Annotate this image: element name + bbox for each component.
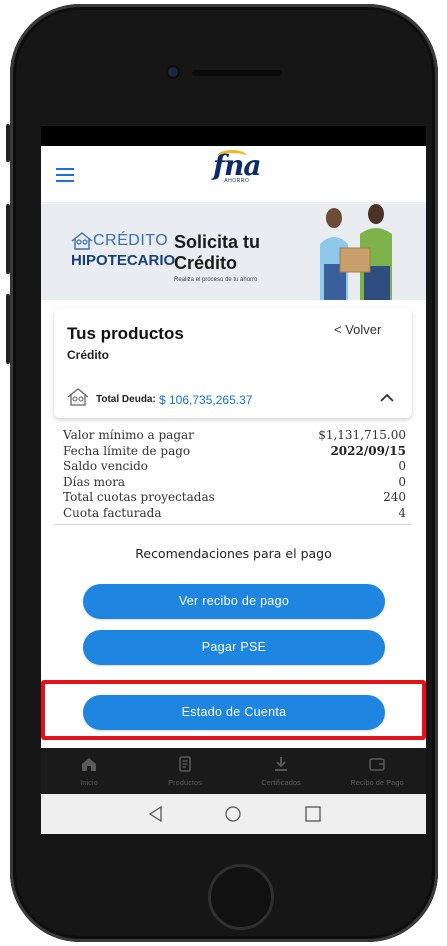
logo-arc-icon bbox=[217, 150, 247, 163]
banner-title-line2: Crédito bbox=[174, 253, 237, 273]
front-camera bbox=[168, 67, 178, 77]
divider bbox=[54, 524, 412, 525]
pay-pse-button[interactable]: Pagar PSE bbox=[83, 630, 385, 665]
total-debt-value: $ 106,735,265.37 bbox=[159, 393, 253, 407]
recents-square-icon[interactable] bbox=[303, 804, 323, 824]
detail-label: Valor mínimo a pagar bbox=[63, 428, 194, 442]
banner-subtitle: Realiza el proceso de tu ahorro bbox=[174, 277, 258, 283]
account-statement-button[interactable]: Estado de Cuenta bbox=[83, 695, 385, 730]
product-type-label: Crédito bbox=[67, 348, 109, 362]
nav-item-certificados[interactable]: Certificados bbox=[233, 748, 329, 794]
detail-row: Saldo vencido 0 bbox=[63, 459, 406, 475]
detail-row: Fecha límite de pago 2022/09/15 bbox=[63, 444, 406, 460]
credit-banner[interactable]: CRÉDITO HIPOTECARIO Solicita tu Crédito … bbox=[41, 204, 426, 300]
android-navigation-bar bbox=[41, 794, 426, 834]
house-icon bbox=[67, 388, 89, 406]
volume-down-button bbox=[6, 294, 10, 364]
status-bar bbox=[41, 126, 426, 146]
house-outline-icon bbox=[71, 232, 93, 250]
hamburger-menu-icon[interactable] bbox=[56, 168, 74, 182]
document-icon bbox=[179, 756, 191, 772]
detail-value: 4 bbox=[398, 505, 406, 520]
banner-brand-big: HIPOTECARIO bbox=[71, 252, 176, 269]
total-debt-row[interactable]: Total Deuda: $ 106,735,265.37 bbox=[54, 376, 412, 418]
products-title: Tus productos bbox=[67, 324, 184, 343]
detail-value: 0 bbox=[398, 474, 406, 489]
payment-details: Valor mínimo a pagar $1,131,715.00 Fecha … bbox=[63, 428, 406, 521]
back-link[interactable]: < Volver bbox=[334, 322, 381, 337]
app-header: fna AHORRO bbox=[41, 146, 426, 202]
mute-switch bbox=[6, 124, 10, 162]
home-circle-icon[interactable] bbox=[223, 804, 243, 824]
products-card: Tus productos Crédito < Volver Total Deu… bbox=[54, 308, 412, 418]
nav-label: Recibo de Pago bbox=[350, 778, 404, 787]
nav-label: Productos bbox=[168, 778, 202, 787]
couple-photo bbox=[320, 204, 392, 300]
detail-row: Total cuotas proyectadas 240 bbox=[63, 490, 406, 506]
nav-item-recibo-de-pago[interactable]: Recibo de Pago bbox=[329, 748, 425, 794]
nav-item-productos[interactable]: Productos bbox=[137, 748, 233, 794]
detail-row: Cuota facturada 4 bbox=[63, 506, 406, 522]
detail-row: Días mora 0 bbox=[63, 475, 406, 491]
detail-label: Días mora bbox=[63, 474, 126, 489]
detail-value: 0 bbox=[398, 459, 406, 473]
app-screen: fna AHORRO CRÉDITO HIPOTECARIO Solicita … bbox=[41, 146, 426, 834]
detail-label: Total cuotas proyectadas bbox=[63, 490, 215, 504]
nav-label: Inicio bbox=[80, 778, 98, 787]
recommendations-heading: Recomendaciones para el pago bbox=[135, 546, 332, 561]
fna-logo: fna AHORRO bbox=[213, 150, 262, 185]
detail-value: 240 bbox=[383, 490, 406, 504]
banner-brand-small: CRÉDITO bbox=[93, 232, 169, 249]
home-icon bbox=[82, 758, 96, 771]
view-receipt-button[interactable]: Ver recibo de pago bbox=[83, 584, 385, 619]
volume-up-button bbox=[6, 204, 10, 274]
earpiece-speaker bbox=[192, 70, 282, 76]
total-debt-label: Total Deuda: bbox=[96, 394, 156, 405]
nav-item-inicio[interactable]: Inicio bbox=[41, 748, 137, 794]
back-triangle-icon[interactable] bbox=[146, 804, 166, 824]
detail-value: $1,131,715.00 bbox=[318, 428, 406, 442]
detail-row: Valor mínimo a pagar $1,131,715.00 bbox=[63, 428, 406, 444]
detail-label: Cuota facturada bbox=[63, 505, 162, 520]
download-icon bbox=[275, 757, 287, 771]
banner-title-line1: Solicita tu bbox=[174, 232, 261, 252]
wallet-icon bbox=[369, 758, 385, 771]
detail-label: Fecha límite de pago bbox=[63, 443, 191, 458]
bottom-navigation: Inicio Productos Certificados Recibo de … bbox=[41, 748, 426, 794]
chevron-up-icon[interactable] bbox=[379, 390, 395, 406]
home-button[interactable] bbox=[208, 864, 274, 930]
nav-label: Certificados bbox=[261, 778, 301, 787]
banner-title: Solicita tu Crédito bbox=[174, 232, 260, 274]
detail-value: 2022/09/15 bbox=[330, 443, 406, 458]
detail-label: Saldo vencido bbox=[63, 459, 149, 473]
